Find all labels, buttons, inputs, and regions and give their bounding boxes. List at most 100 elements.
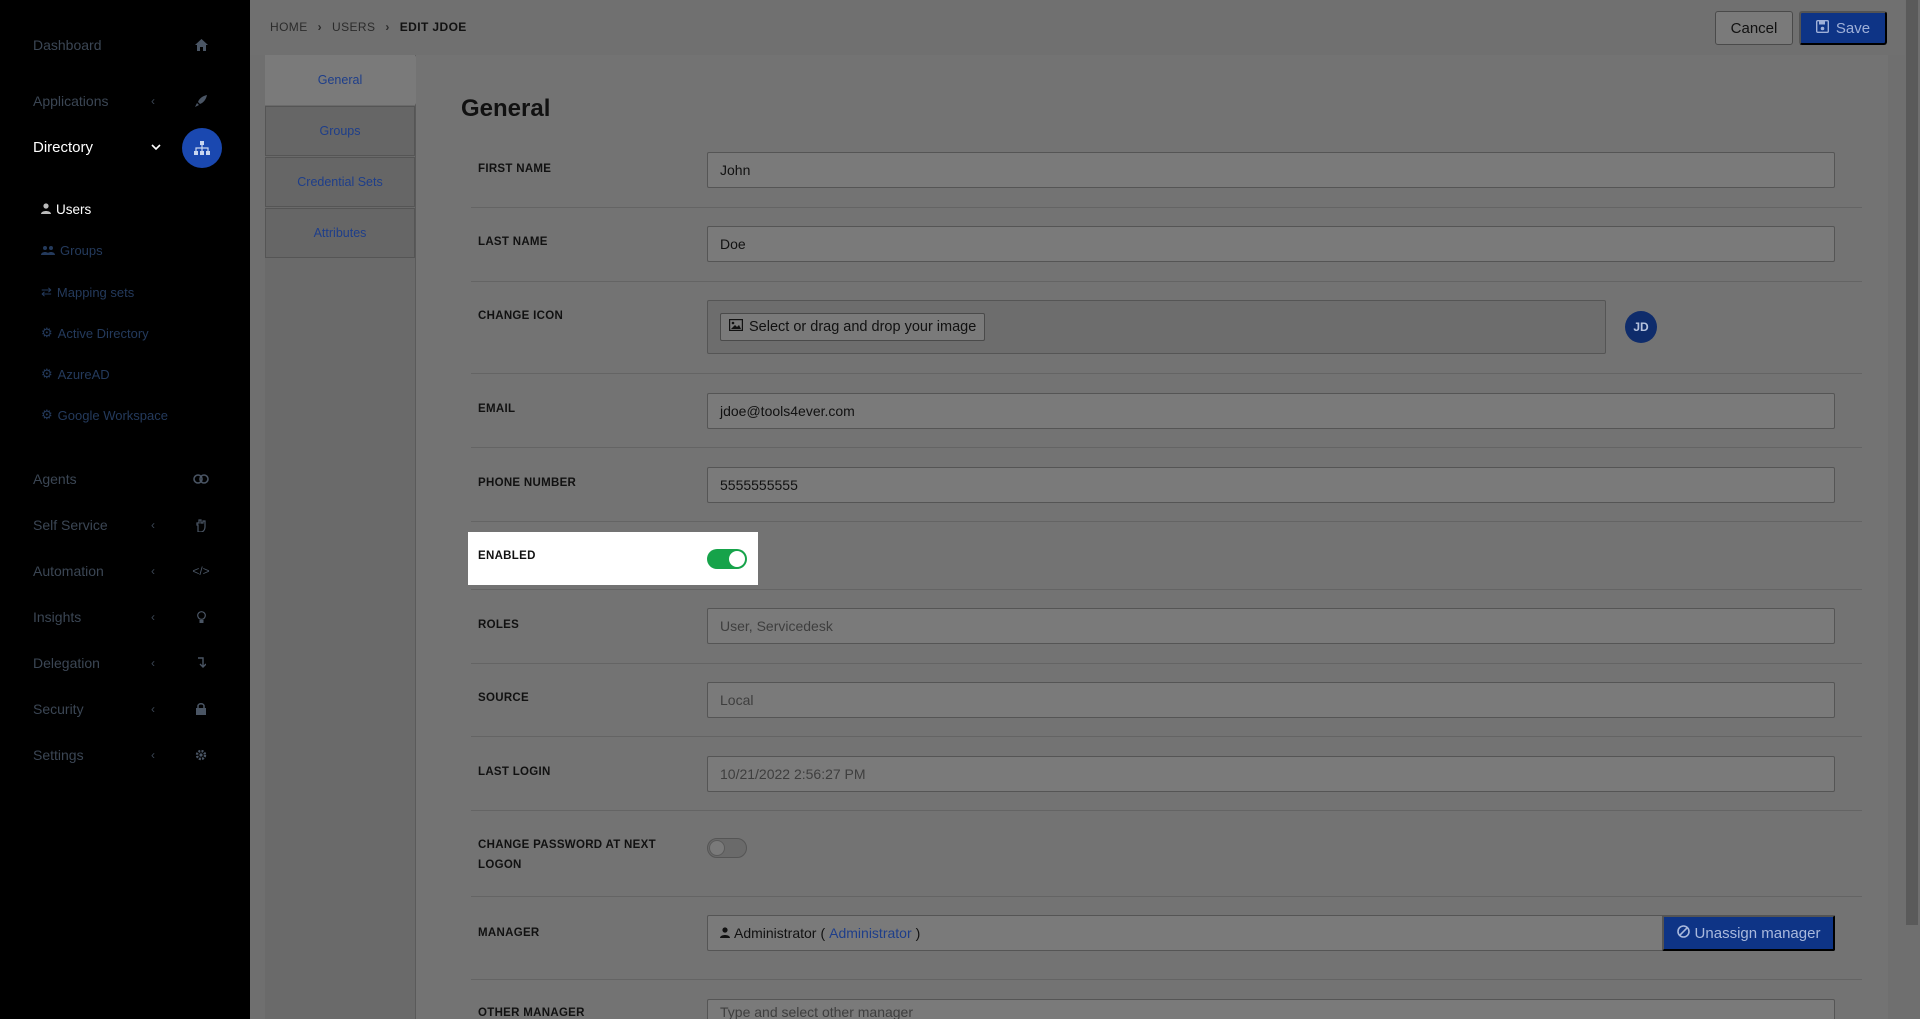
sidebar-sub-label: AzureAD (57, 366, 110, 382)
gear-icon: ⚙ (41, 366, 53, 381)
first-name-input[interactable]: John (707, 152, 1835, 188)
agents-icon (193, 471, 209, 487)
select-image-button[interactable]: Select or drag and drop your image (720, 313, 986, 341)
gear-icon: ⚙ (41, 407, 53, 422)
divider (471, 896, 1862, 897)
change-password-toggle[interactable] (707, 838, 747, 858)
paren-open: ( (820, 925, 826, 941)
rocket-icon (193, 93, 209, 109)
tab-groups[interactable]: Groups (265, 106, 415, 156)
enabled-toggle[interactable] (707, 549, 747, 569)
select-image-label: Select or drag and drop your image (749, 319, 977, 335)
breadcrumb-current: EDIT JDOE (399, 20, 467, 34)
other-manager-input[interactable]: Type and select other manager (707, 999, 1835, 1019)
top-bar: HOME › USERS › EDIT JDOE Cancel Save (250, 0, 1920, 55)
unassign-manager-label: Unassign manager (1694, 924, 1821, 942)
tab-credential-sets[interactable]: Credential Sets (265, 157, 415, 207)
change-password-label: CHANGE PASSWORD AT NEXT LOGON (478, 839, 656, 871)
divider (471, 373, 1862, 374)
chevron-down-icon (151, 140, 161, 154)
divider (471, 810, 1862, 811)
toggle-knob (729, 551, 745, 567)
hand-icon (193, 517, 209, 533)
sidebar-sub-groups[interactable]: Groups (41, 243, 103, 258)
users-icon (41, 243, 55, 258)
manager-label: MANAGER (478, 927, 540, 939)
user-icon (720, 925, 730, 941)
enabled-label: ENABLED (478, 550, 536, 562)
enabled-row: ENABLED (468, 532, 758, 585)
phone-number-label: PHONE NUMBER (478, 477, 577, 489)
source-label: SOURCE (478, 692, 530, 704)
sidebar-sub-label: Users (56, 202, 92, 217)
sidebar-item-self-service[interactable]: Self Service ‹ (33, 510, 223, 540)
sidebar-item-automation[interactable]: Automation ‹ </> (33, 556, 223, 586)
toggle-knob (709, 840, 725, 856)
manager-link[interactable]: Administrator (829, 925, 911, 941)
sidebar-sub-mapping-sets[interactable]: ⇄ Mapping sets (41, 284, 134, 300)
code-icon: </> (192, 564, 210, 578)
last-login-field: 10/21/2022 2:56:27 PM (707, 756, 1835, 792)
email-label: EMAIL (478, 403, 516, 415)
first-name-label: FIRST NAME (478, 163, 552, 175)
chevron-left-icon: ‹ (151, 518, 155, 532)
sidebar-sub-users[interactable]: Users (41, 202, 91, 217)
sidebar-item-security[interactable]: Security ‹ (33, 694, 223, 724)
chevron-left-icon: ‹ (151, 610, 155, 624)
sidebar-item-delegation[interactable]: Delegation ‹ (33, 648, 223, 678)
cancel-button[interactable]: Cancel (1715, 11, 1793, 45)
sidebar-item-settings[interactable]: Settings ‹ (33, 740, 223, 770)
sitemap-icon[interactable] (182, 128, 222, 168)
divider (471, 447, 1862, 448)
delegation-icon (193, 655, 209, 671)
sidebar-sub-active-directory[interactable]: ⚙ Active Directory (41, 325, 149, 341)
exchange-icon: ⇄ (41, 284, 52, 299)
sidebar-item-applications[interactable]: Applications ‹ (33, 86, 223, 116)
last-name-input[interactable]: Doe (707, 226, 1835, 262)
source-field: Local (707, 682, 1835, 718)
unassign-manager-button[interactable]: Unassign manager (1662, 915, 1835, 951)
gear-icon (193, 747, 209, 763)
tab-attributes[interactable]: Attributes (265, 208, 415, 258)
paren-close: ) (915, 925, 921, 941)
lock-icon (193, 701, 209, 717)
user-icon (41, 202, 51, 217)
phone-number-input[interactable]: 5555555555 (707, 467, 1835, 503)
floppy-disk-icon (1815, 19, 1829, 37)
save-button[interactable]: Save (1799, 11, 1887, 45)
tab-general[interactable]: General (265, 55, 429, 105)
scrollbar-thumb[interactable] (1906, 0, 1918, 925)
manager-name: Administrator (734, 925, 817, 941)
breadcrumb-users[interactable]: USERS (332, 20, 375, 34)
other-manager-label: OTHER MANAGER (478, 1007, 585, 1019)
roles-label: ROLES (478, 619, 520, 631)
sidebar-item-insights[interactable]: Insights ‹ (33, 602, 223, 632)
sidebar-sub-label: Mapping sets (56, 284, 135, 300)
chevron-left-icon: ‹ (151, 702, 155, 716)
sidebar-item-dashboard[interactable]: Dashboard (33, 30, 223, 60)
sidebar-item-agents[interactable]: Agents (33, 464, 223, 494)
sidebar-sub-azuread[interactable]: ⚙ AzureAD (41, 366, 110, 382)
manager-field: Administrator (Administrator) (707, 915, 1667, 951)
tab-list: General Groups Credential Sets Attribute… (265, 55, 429, 1019)
sidebar-sub-google-workspace[interactable]: ⚙ Google Workspace (41, 407, 168, 423)
divider (471, 521, 1862, 522)
email-field[interactable]: jdoe@tools4ever.com (707, 393, 1835, 429)
image-icon (729, 319, 744, 335)
icon-dropzone[interactable]: Select or drag and drop your image (707, 300, 1606, 354)
breadcrumb-home[interactable]: HOME (270, 20, 308, 34)
ban-icon (1676, 924, 1690, 942)
last-name-label: LAST NAME (478, 236, 548, 248)
sidebar-sub-label: Active Directory (57, 325, 149, 341)
divider (471, 979, 1862, 980)
divider (471, 736, 1862, 737)
gear-icon: ⚙ (41, 325, 53, 340)
section-title: General (461, 95, 551, 122)
sidebar: Dashboard Applications ‹ Directory Users… (0, 0, 250, 1019)
save-button-label: Save (1835, 19, 1871, 37)
last-login-label: LAST LOGIN (478, 766, 551, 778)
lightbulb-icon (193, 609, 209, 625)
divider (471, 589, 1862, 590)
roles-field: User, Servicedesk (707, 608, 1835, 644)
chevron-left-icon: ‹ (151, 656, 155, 670)
